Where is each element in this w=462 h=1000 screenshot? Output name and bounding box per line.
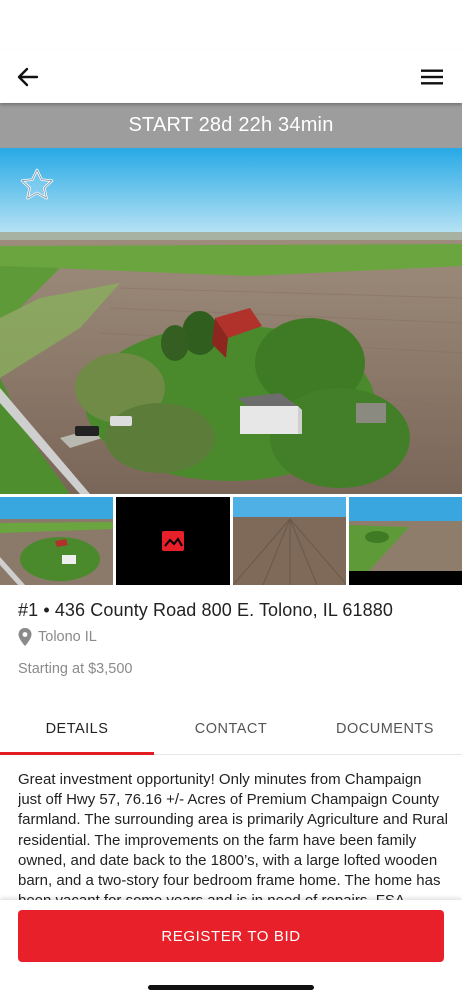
tab-details[interactable]: DETAILS	[0, 703, 154, 755]
location-pin-icon	[18, 628, 32, 646]
image-placeholder-icon	[162, 531, 185, 551]
back-button[interactable]	[14, 63, 42, 91]
star-outline-icon	[20, 168, 54, 200]
listing-location: Tolono IL	[18, 628, 444, 646]
thumbnail-4[interactable]	[348, 497, 462, 585]
hero-image[interactable]	[0, 148, 462, 494]
starting-price: Starting at $3,500	[18, 661, 133, 677]
arrow-left-icon	[17, 67, 39, 86]
thumbnail-1[interactable]	[0, 497, 114, 585]
farm-aerial-photo	[0, 148, 462, 494]
hamburger-menu-icon	[421, 69, 443, 84]
favorite-button[interactable]	[18, 166, 56, 204]
thumbnail-3[interactable]	[232, 497, 346, 585]
auction-countdown: START 28d 22h 34min	[0, 103, 462, 148]
thumbnail-2-placeholder[interactable]	[116, 497, 230, 585]
listing-tabs: DETAILS CONTACT DOCUMENTS	[0, 703, 462, 755]
app-bar	[0, 50, 462, 103]
listing-info: #1 • 436 County Road 800 E. Tolono, IL 6…	[18, 600, 444, 677]
details-description: Great investment opportunity! Only minut…	[18, 771, 448, 900]
menu-button[interactable]	[418, 63, 446, 91]
status-bar	[0, 0, 462, 50]
photo-thumbnails	[0, 497, 462, 585]
home-indicator[interactable]	[148, 985, 314, 990]
register-to-bid-button[interactable]: REGISTER TO BID	[18, 910, 444, 962]
location-text: Tolono IL	[38, 629, 97, 645]
tab-contact[interactable]: CONTACT	[154, 703, 308, 754]
listing-title: #1 • 436 County Road 800 E. Tolono, IL 6…	[18, 600, 393, 620]
tab-documents[interactable]: DOCUMENTS	[308, 703, 462, 754]
